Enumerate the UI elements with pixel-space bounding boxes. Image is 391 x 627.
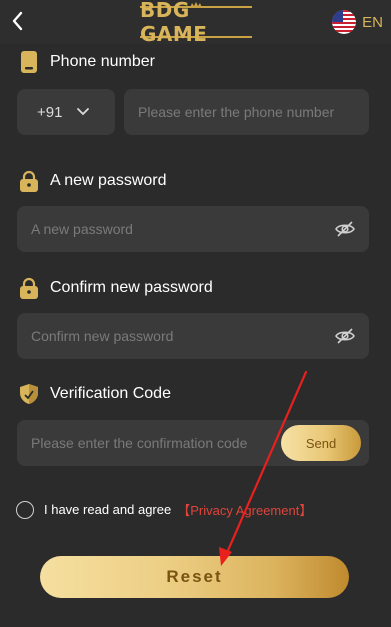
back-chevron-icon[interactable] xyxy=(6,8,32,34)
crown-icon xyxy=(190,2,202,8)
new-password-label: A new password xyxy=(50,172,167,189)
language-label: EN xyxy=(362,13,383,31)
verification-label-row: Verification Code xyxy=(18,383,171,405)
eye-off-icon[interactable] xyxy=(334,218,356,240)
country-code-select[interactable]: +91 xyxy=(17,89,115,135)
phone-placeholder: Please enter the phone number xyxy=(138,104,335,120)
new-password-placeholder: A new password xyxy=(31,221,133,237)
app-logo: BDG GAME xyxy=(140,0,252,46)
confirm-password-label-row: Confirm new password xyxy=(18,277,213,299)
eye-off-icon[interactable] xyxy=(334,325,356,347)
language-selector[interactable]: EN xyxy=(332,10,383,34)
confirm-password-label: Confirm new password xyxy=(50,279,213,296)
agree-text: I have read and agree xyxy=(44,502,172,517)
new-password-input[interactable]: A new password xyxy=(17,206,369,252)
agree-radio[interactable] xyxy=(16,500,34,519)
lock-icon xyxy=(18,170,40,192)
phone-input[interactable]: Please enter the phone number xyxy=(124,89,369,135)
chevron-down-icon xyxy=(77,108,90,116)
privacy-agreement-link[interactable]: 【Privacy Agreement】 xyxy=(177,500,312,519)
agreement-row: I have read and agree 【Privacy Agreement… xyxy=(16,500,312,519)
lock-icon xyxy=(18,277,40,299)
phone-label-row: Phone number xyxy=(18,51,155,73)
shield-icon xyxy=(18,383,40,405)
verification-label: Verification Code xyxy=(50,385,171,402)
country-code-value: +91 xyxy=(37,103,63,121)
phone-label: Phone number xyxy=(50,53,155,70)
confirm-password-input[interactable]: Confirm new password xyxy=(17,313,369,359)
top-bar: BDG GAME EN xyxy=(0,0,391,46)
us-flag-icon xyxy=(332,10,357,34)
phone-icon xyxy=(18,51,40,73)
reset-button[interactable]: Reset xyxy=(40,556,349,598)
send-code-button[interactable]: Send xyxy=(281,425,361,461)
new-password-label-row: A new password xyxy=(18,170,167,192)
verification-placeholder: Please enter the confirmation code xyxy=(31,435,248,451)
confirm-password-placeholder: Confirm new password xyxy=(31,328,174,344)
